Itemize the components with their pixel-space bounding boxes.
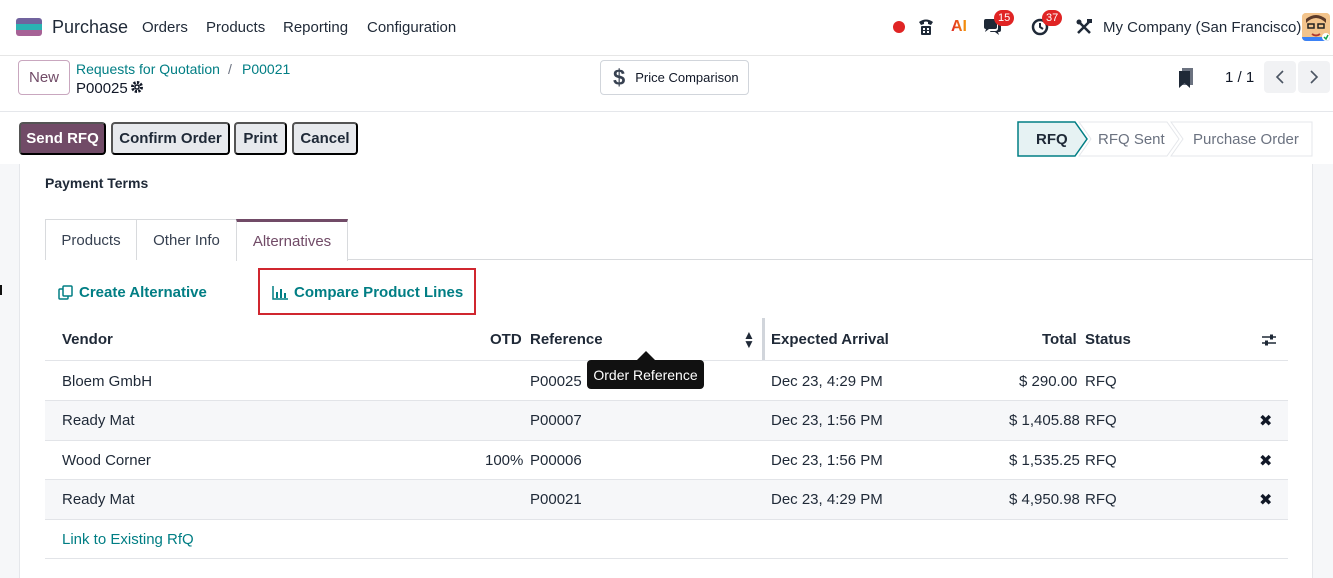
row-3-total[interactable]: $ 1,535.25 bbox=[1009, 452, 1080, 469]
edge-mark bbox=[0, 285, 2, 295]
row-2-total[interactable]: $ 1,405.88 bbox=[1009, 412, 1080, 429]
messages-badge: 15 bbox=[994, 10, 1015, 26]
ai-label: AI bbox=[951, 18, 967, 35]
ai-icon[interactable]: AI bbox=[948, 14, 970, 40]
column-header-expected-arrival[interactable]: Expected Arrival bbox=[771, 331, 889, 348]
column-header-reference[interactable]: Reference bbox=[530, 331, 603, 348]
row-4-total[interactable]: $ 4,950.98 bbox=[1009, 491, 1080, 508]
column-resize-handle[interactable] bbox=[762, 318, 765, 360]
phone-icon[interactable] bbox=[915, 14, 937, 40]
row-1-reference[interactable]: P00025 bbox=[530, 373, 582, 390]
pager-previous-button[interactable] bbox=[1264, 61, 1296, 93]
menu-configuration[interactable]: Configuration bbox=[367, 19, 456, 36]
order-reference-tooltip: Order Reference bbox=[587, 360, 704, 389]
row-1-status[interactable]: RFQ bbox=[1085, 373, 1117, 390]
tab-alternatives[interactable]: Alternatives bbox=[236, 219, 348, 261]
row-3-expected-arrival[interactable]: Dec 23, 1:56 PM bbox=[771, 452, 883, 469]
row-2-expected-arrival[interactable]: Dec 23, 1:56 PM bbox=[771, 412, 883, 429]
row-2-status[interactable]: RFQ bbox=[1085, 412, 1117, 429]
sort-icon[interactable]: ▲ ▼ bbox=[743, 329, 755, 350]
menu-products[interactable]: Products bbox=[206, 19, 265, 36]
column-header-vendor[interactable]: Vendor bbox=[62, 331, 113, 348]
activities-badge: 37 bbox=[1042, 10, 1063, 26]
user-avatar[interactable] bbox=[1302, 13, 1330, 41]
row-divider bbox=[45, 519, 1288, 520]
row-3-status[interactable]: RFQ bbox=[1085, 452, 1117, 469]
activities-icon[interactable]: 37 bbox=[1028, 10, 1063, 40]
row-3-delete-icon[interactable]: ✖ bbox=[1259, 451, 1272, 471]
breadcrumb-separator: / bbox=[228, 61, 232, 77]
row-2-delete-icon[interactable]: ✖ bbox=[1259, 411, 1272, 431]
row-4-delete-icon[interactable]: ✖ bbox=[1259, 490, 1272, 510]
tooltip-arrow bbox=[637, 351, 655, 360]
tools-icon[interactable] bbox=[1073, 14, 1095, 40]
row-1-vendor[interactable]: Bloem GmbH bbox=[62, 373, 152, 390]
compare-product-lines-button[interactable]: Compare Product Lines bbox=[272, 284, 463, 301]
bar-chart-icon bbox=[272, 285, 288, 300]
copy-icon bbox=[58, 285, 73, 300]
tab-products[interactable]: Products bbox=[45, 219, 137, 260]
row-4-status[interactable]: RFQ bbox=[1085, 491, 1117, 508]
messages-icon[interactable]: 15 bbox=[980, 10, 1015, 40]
row-3-vendor[interactable]: Wood Corner bbox=[62, 452, 151, 469]
tab-other-info[interactable]: Other Info bbox=[136, 219, 237, 260]
payment-terms-label: Payment Terms bbox=[45, 175, 149, 191]
table-bottom-divider bbox=[45, 558, 1288, 559]
new-button[interactable]: New bbox=[18, 60, 70, 95]
top-navbar: Purchase Orders Products Reporting Confi… bbox=[0, 0, 1333, 56]
price-comparison-label: Price Comparison bbox=[635, 70, 739, 85]
row-3-otd[interactable]: 100% bbox=[485, 452, 523, 469]
column-options-icon[interactable] bbox=[1261, 332, 1277, 348]
pager-value[interactable]: 1 / 1 bbox=[1225, 69, 1254, 86]
app-menu-icon[interactable] bbox=[16, 18, 42, 36]
stage-purchase-order[interactable]: Purchase Order bbox=[1193, 122, 1299, 156]
row-4-reference[interactable]: P00021 bbox=[530, 491, 582, 508]
menu-reporting[interactable]: Reporting bbox=[283, 19, 348, 36]
print-button[interactable]: Print bbox=[234, 122, 287, 155]
breadcrumb-parent-record[interactable]: P00021 bbox=[242, 61, 290, 77]
row-2-reference[interactable]: P00007 bbox=[530, 412, 582, 429]
column-header-otd[interactable]: OTD bbox=[490, 331, 522, 348]
row-4-expected-arrival[interactable]: Dec 23, 4:29 PM bbox=[771, 491, 883, 508]
column-header-status[interactable]: Status bbox=[1085, 331, 1131, 348]
row-4-vendor[interactable]: Ready Mat bbox=[62, 491, 135, 508]
record-title: P00025 bbox=[76, 80, 128, 97]
send-rfq-button[interactable]: Send RFQ bbox=[19, 122, 106, 155]
price-comparison-button[interactable]: $ Price Comparison bbox=[600, 60, 749, 95]
bookmark-icon[interactable] bbox=[1179, 68, 1193, 88]
column-header-total[interactable]: Total bbox=[1042, 331, 1077, 348]
row-1-expected-arrival[interactable]: Dec 23, 4:29 PM bbox=[771, 373, 883, 390]
breadcrumb-rfq[interactable]: Requests for Quotation bbox=[76, 61, 220, 77]
create-alternative-button[interactable]: Create Alternative bbox=[58, 284, 207, 301]
stage-rfq-sent[interactable]: RFQ Sent bbox=[1098, 122, 1165, 156]
confirm-order-button[interactable]: Confirm Order bbox=[111, 122, 230, 155]
compare-product-lines-label: Compare Product Lines bbox=[294, 284, 464, 301]
gear-icon[interactable] bbox=[130, 80, 144, 97]
row-divider bbox=[45, 440, 1288, 441]
pager-next-button[interactable] bbox=[1298, 61, 1330, 93]
cancel-button[interactable]: Cancel bbox=[292, 122, 358, 155]
create-alternative-label: Create Alternative bbox=[79, 284, 207, 301]
app-name[interactable]: Purchase bbox=[52, 17, 128, 38]
row-3-reference[interactable]: P00006 bbox=[530, 452, 582, 469]
dollar-icon: $ bbox=[613, 64, 626, 90]
row-2-vendor[interactable]: Ready Mat bbox=[62, 412, 135, 429]
row-1-total[interactable]: $ 290.00 bbox=[1019, 373, 1077, 390]
recording-icon[interactable] bbox=[891, 14, 907, 40]
stage-rfq[interactable]: RFQ bbox=[1036, 122, 1068, 156]
company-switcher[interactable]: My Company (San Francisco) bbox=[1103, 19, 1301, 36]
menu-orders[interactable]: Orders bbox=[142, 19, 188, 36]
link-existing-rfq-button[interactable]: Link to Existing RfQ bbox=[62, 531, 194, 548]
